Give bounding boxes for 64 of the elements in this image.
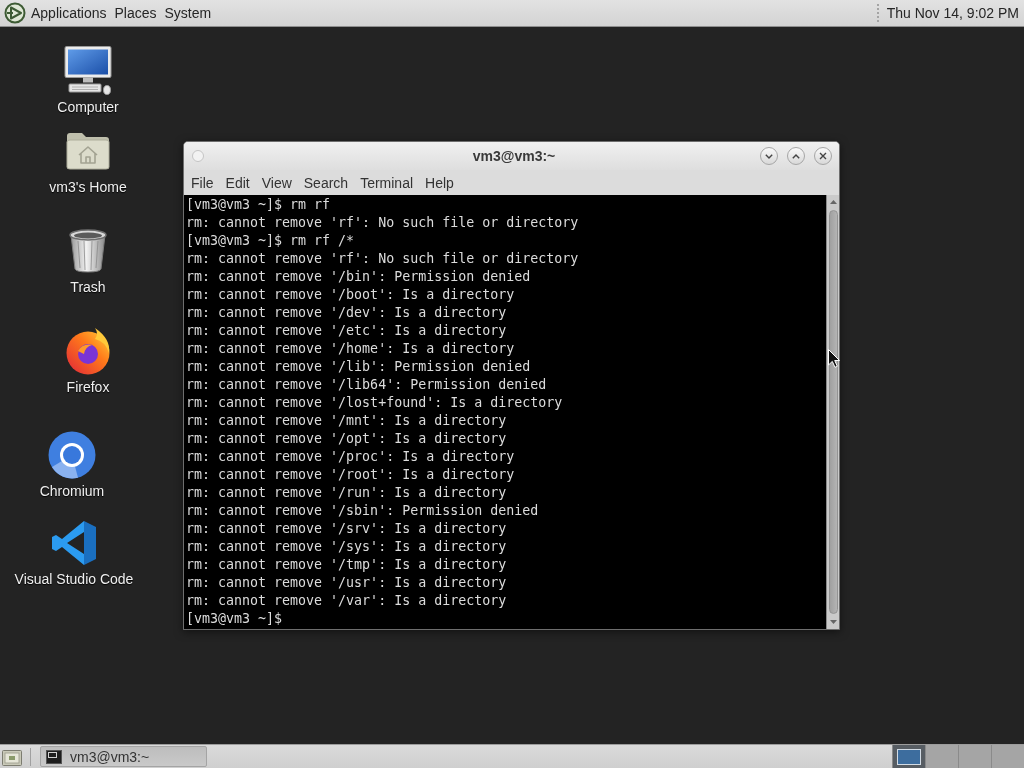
mouse-pointer-icon (828, 349, 840, 368)
panel-menu[interactable]: Places (110, 3, 161, 23)
play-circle-icon[interactable] (4, 2, 26, 24)
terminal-line: rm: cannot remove '/home': Is a directory (186, 340, 516, 358)
chevron-down-icon (765, 153, 773, 159)
terminal-line: rm: cannot remove '/sys': Is a directory (186, 538, 508, 556)
panel-menu[interactable]: System (160, 3, 216, 23)
terminal-line: rm: cannot remove '/sbin': Permission denied (186, 502, 540, 520)
terminal-line: [vm3@vm3 ~]$ rm rf (186, 196, 332, 214)
desktop-icon-label[interactable]: vm3's Home (49, 179, 127, 195)
panel-menu[interactable]: Applications (27, 3, 111, 23)
terminal-line: [vm3@vm3 ~]$ (186, 610, 284, 628)
terminal-line: rm: cannot remove '/lib64': Permission denied (186, 376, 548, 394)
terminal-line: rm: cannot remove '/proc': Is a directory (186, 448, 516, 466)
taskbar-button[interactable]: vm3@vm3:~ (40, 746, 207, 767)
terminal-line: rm: cannot remove '/var': Is a directory (186, 592, 508, 610)
home-folder-icon[interactable] (66, 132, 110, 170)
clock[interactable]: Thu Nov 14, 9:02 PM (886, 3, 1019, 23)
close-icon (819, 152, 827, 160)
terminal-line: rm: cannot remove '/opt': Is a directory (186, 430, 508, 448)
terminal-line: rm: cannot remove '/etc': Is a directory (186, 322, 508, 340)
desktop-icon-label[interactable]: Chromium (39, 483, 105, 499)
scroll-up-icon[interactable] (829, 200, 837, 204)
terminal-line: rm: cannot remove 'rf': No such file or directory (186, 214, 580, 232)
terminal-line: rm: cannot remove '/boot': Is a directory (186, 286, 516, 304)
terminal-line: rm: cannot remove '/dev': Is a directory (186, 304, 508, 322)
window-thumbnail-icon (897, 748, 921, 765)
desktop-icon-label[interactable]: Computer (57, 99, 119, 115)
menu-item[interactable]: Search (297, 172, 355, 193)
flame-globe-icon[interactable] (65, 327, 111, 375)
terminal-line: rm: cannot remove '/tmp': Is a directory (186, 556, 508, 574)
scrollbar-thumb[interactable] (828, 210, 838, 614)
desktop-icon-label[interactable]: Trash (70, 279, 106, 295)
terminal-line: rm: cannot remove '/bin': Permission denied (186, 268, 532, 286)
code-ribbon-icon[interactable] (52, 521, 96, 565)
minimize-button[interactable] (760, 147, 778, 165)
chevron-up-icon (792, 153, 800, 159)
menu-item[interactable]: Terminal (354, 172, 420, 193)
close-button[interactable] (814, 147, 832, 165)
terminal-line: rm: cannot remove '/srv': Is a directory (186, 520, 508, 538)
menu-item[interactable]: Help (419, 172, 460, 193)
terminal-icon (46, 749, 62, 764)
terminal-line: rm: cannot remove '/run': Is a directory (186, 484, 508, 502)
terminal-line: rm: cannot remove 'rf': No such file or directory (186, 250, 580, 268)
menu-item[interactable]: View (255, 172, 298, 193)
desktop-icon-label[interactable]: Firefox (66, 379, 110, 395)
window-title: vm3@vm3:~ (471, 148, 556, 164)
scrollbar[interactable] (826, 195, 839, 629)
circle-ring-icon[interactable] (48, 431, 96, 479)
terminal-line: rm: cannot remove '/lost+found': Is a directory (186, 394, 564, 412)
menu-item[interactable]: Edit (219, 172, 256, 193)
terminal-line: rm: cannot remove '/mnt': Is a directory (186, 412, 508, 430)
workspace[interactable] (892, 745, 925, 768)
desktop-picture-icon[interactable] (2, 747, 22, 766)
terminal-line: rm: cannot remove '/root': Is a directory (186, 466, 516, 484)
trash-can-icon[interactable] (68, 229, 108, 273)
maximize-button[interactable] (787, 147, 805, 165)
menu-item[interactable]: File (185, 172, 220, 193)
terminal-line: rm: cannot remove '/lib': Permission denied (186, 358, 532, 376)
terminal-line: [vm3@vm3 ~]$ rm rf /* (186, 232, 356, 250)
monitor-icon[interactable] (64, 46, 112, 96)
desktop-icon-label[interactable]: Visual Studio Code (14, 571, 134, 587)
scroll-down-icon[interactable] (829, 620, 837, 624)
terminal-line: rm: cannot remove '/usr': Is a directory (186, 574, 508, 592)
